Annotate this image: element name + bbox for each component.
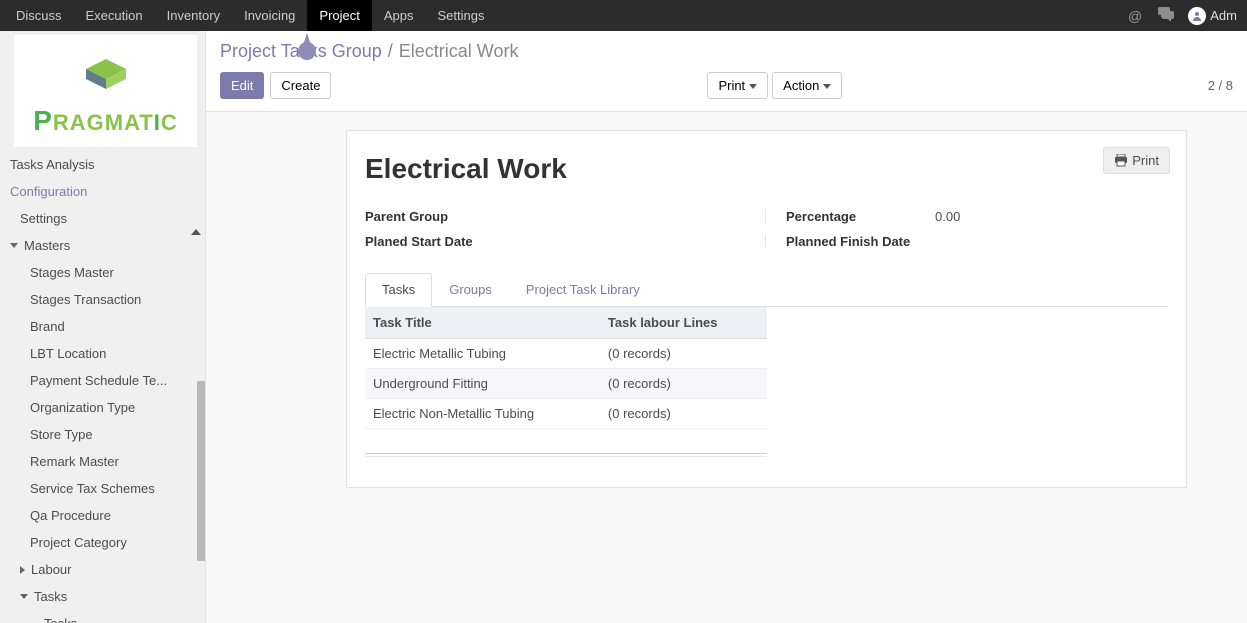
edit-button[interactable]: Edit (220, 72, 264, 99)
label-planned-start: Planed Start Date (365, 234, 515, 249)
sidebar-tasks-analysis[interactable]: Tasks Analysis (0, 151, 205, 178)
breadcrumb-sep: / (388, 41, 393, 62)
sidebar-service-tax[interactable]: Service Tax Schemes (0, 475, 205, 502)
breadcrumb: Project Tasks Group / Electrical Work (220, 41, 1233, 62)
tab-tasks[interactable]: Tasks (365, 273, 432, 307)
sidebar: PRAGMATIC Tasks Analysis Configuration S… (0, 31, 206, 623)
sidebar-stages-transaction[interactable]: Stages Transaction (0, 286, 205, 313)
chevron-down-icon (749, 84, 757, 89)
cursor-indicator-icon (296, 33, 318, 66)
value-percentage: 0.00 (935, 209, 1168, 224)
tab-project-task-library[interactable]: Project Task Library (509, 273, 657, 307)
nav-execution[interactable]: Execution (74, 0, 155, 31)
action-dropdown[interactable]: Action (772, 72, 842, 99)
value-planned-finish (935, 234, 1168, 249)
sidebar-remark-master[interactable]: Remark Master (0, 448, 205, 475)
label-percentage: Percentage (765, 209, 925, 224)
user-menu[interactable]: Adm (1182, 7, 1243, 25)
footer-divider (365, 453, 767, 457)
nav-invoicing[interactable]: Invoicing (232, 0, 307, 31)
sidebar-tasks-child[interactable]: Tasks (0, 610, 205, 623)
caret-down-icon (10, 243, 18, 248)
chat-icon[interactable] (1150, 7, 1182, 24)
content: Project Tasks Group / Electrical Work Ed… (206, 31, 1247, 623)
value-planned-start (525, 234, 755, 249)
logo: PRAGMATIC (14, 35, 197, 147)
sidebar-labour[interactable]: Labour (0, 556, 205, 583)
nav-project[interactable]: Project (307, 0, 371, 31)
sidebar-qa-procedure[interactable]: Qa Procedure (0, 502, 205, 529)
tabs: Tasks Groups Project Task Library (365, 273, 1168, 307)
top-navbar: Discuss Execution Inventory Invoicing Pr… (0, 0, 1247, 31)
field-grid: Parent Group Percentage 0.00 Planed Star… (365, 209, 1168, 249)
avatar-icon (1188, 7, 1206, 25)
logo-cube-icon (20, 51, 191, 95)
at-icon[interactable]: @ (1120, 8, 1150, 24)
record-title: Electrical Work (365, 153, 1168, 185)
print-dropdown[interactable]: Print (707, 72, 768, 99)
nav-settings[interactable]: Settings (426, 0, 497, 31)
create-button[interactable]: Create (270, 72, 331, 99)
sidebar-stages-master[interactable]: Stages Master (0, 259, 205, 286)
caret-right-icon (20, 566, 25, 574)
chevron-down-icon (823, 84, 831, 89)
nav-discuss[interactable]: Discuss (4, 0, 74, 31)
sidebar-brand[interactable]: Brand (0, 313, 205, 340)
sidebar-store-type[interactable]: Store Type (0, 421, 205, 448)
logo-text: PRAGMATIC (20, 105, 191, 137)
table-row[interactable]: Electric Metallic Tubing (0 records) (365, 339, 767, 369)
value-parent-group (525, 209, 755, 224)
scrollbar-thumb[interactable] (197, 381, 206, 561)
sidebar-payment-schedule[interactable]: Payment Schedule Te... (0, 367, 205, 394)
sidebar-settings[interactable]: Settings (0, 205, 205, 232)
user-label: Adm (1210, 8, 1237, 23)
label-parent-group: Parent Group (365, 209, 515, 224)
col-task-labour-lines[interactable]: Task labour Lines (600, 307, 767, 339)
caret-down-icon (20, 594, 28, 599)
nav-apps[interactable]: Apps (372, 0, 426, 31)
nav-inventory[interactable]: Inventory (155, 0, 232, 31)
pager[interactable]: 2 / 8 (1208, 73, 1233, 98)
control-bar: Project Tasks Group / Electrical Work Ed… (206, 31, 1247, 112)
sidebar-organization-type[interactable]: Organization Type (0, 394, 205, 421)
sidebar-project-category[interactable]: Project Category (0, 529, 205, 556)
sidebar-lbt-location[interactable]: LBT Location (0, 340, 205, 367)
col-task-title[interactable]: Task Title (365, 307, 600, 339)
tab-groups[interactable]: Groups (432, 273, 509, 307)
tasks-table: Task Title Task labour Lines Electric Me… (365, 307, 767, 429)
sidebar-configuration-head: Configuration (0, 178, 205, 205)
sidebar-tasks[interactable]: Tasks (0, 583, 205, 610)
breadcrumb-current: Electrical Work (399, 41, 519, 62)
table-row[interactable]: Electric Non-Metallic Tubing (0 records) (365, 399, 767, 429)
label-planned-finish: Planned Finish Date (765, 234, 925, 249)
table-row[interactable]: Underground Fitting (0 records) (365, 369, 767, 399)
sidebar-masters[interactable]: Masters (0, 232, 205, 259)
card-print-button[interactable]: Print (1103, 147, 1170, 174)
record-card: Print Electrical Work Parent Group Perce… (346, 130, 1187, 488)
